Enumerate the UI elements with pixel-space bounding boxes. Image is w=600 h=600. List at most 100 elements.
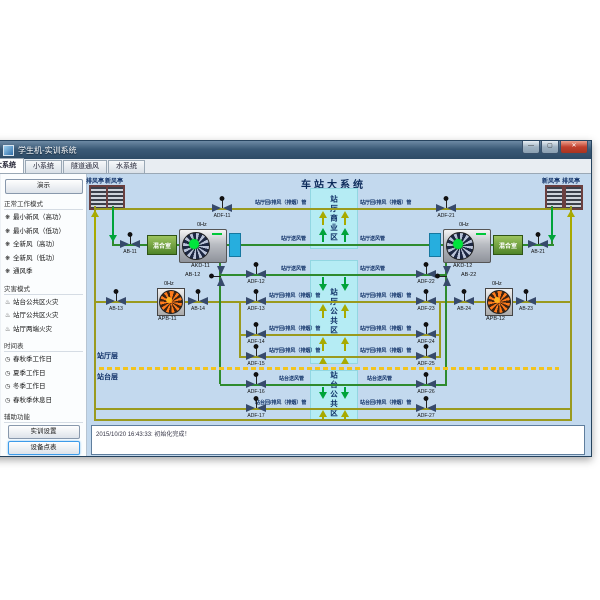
fan-tag: APB-11 (158, 316, 177, 322)
fan-hub-icon (166, 297, 172, 303)
silencer-icon (229, 233, 241, 257)
damper-AB-21[interactable]: AB-21 (527, 232, 549, 256)
damper-AB-22[interactable] (435, 265, 459, 287)
flow-arrow-down-icon (341, 277, 349, 291)
mode-hall-fire[interactable]: ♨站厅公共区火灾 (1, 309, 86, 323)
schedule-winter-workday[interactable]: ◷冬季工作日 (1, 380, 86, 394)
damper-AB-23[interactable]: AB-23 (515, 289, 537, 313)
fan-tag: APB-12 (486, 316, 505, 322)
damper-ADF-17[interactable]: ADF-17 (245, 396, 267, 420)
damper-ADF-26[interactable]: ADF-26 (415, 372, 437, 396)
duct-label: 站厅送风管 (281, 266, 306, 272)
clock-icon: ◷ (5, 354, 13, 368)
training-settings-button[interactable]: 实训设置 (8, 425, 80, 439)
damper-ADF-27[interactable]: ADF-27 (415, 396, 437, 420)
demo-button[interactable]: 演示 (5, 179, 83, 194)
damper-ADF-23[interactable]: ADF-23 (415, 289, 437, 313)
clock-icon: ◷ (5, 395, 13, 409)
section-disaster-modes: 灾害模式 (4, 283, 83, 295)
damper-ADF-16[interactable]: ADF-16 (245, 372, 267, 396)
fire-icon: ♨ (5, 297, 13, 311)
damper-AB-13[interactable]: AB-13 (105, 289, 127, 313)
device-point-table-button[interactable]: 设备点表 (8, 441, 80, 455)
section-aux-functions: 辅助功能 (4, 411, 83, 423)
right-fresh-vent-label: 新风亭 (542, 176, 560, 185)
mixing-chamber[interactable]: 混合室 (493, 235, 523, 255)
damper-ADF-14[interactable]: ADF-14 (245, 322, 267, 346)
flow-arrow-up-icon (341, 211, 349, 225)
mode-all-fresh-low[interactable]: ❋全新风（低功） (1, 252, 86, 266)
event-log-panel: 2015/10/20 16:43:33: 初始化完成！ (91, 425, 585, 455)
log-entry: 2015/10/20 16:43:33: 初始化完成！ (96, 429, 190, 438)
duct-label: 站厅回/排风（排烟）管 (360, 200, 411, 206)
fire-icon: ♨ (5, 310, 13, 324)
damper-ADF-15[interactable]: ADF-15 (245, 344, 267, 368)
mode-min-fresh-high[interactable]: ❋最小新风（高功） (1, 211, 86, 225)
fan-status-icon (189, 239, 199, 249)
flow-arrow-up-icon (341, 337, 349, 351)
damper-ADF-24[interactable]: ADF-24 (415, 322, 437, 346)
flow-arrow-up-icon (319, 337, 327, 351)
duct-label: 站厅回/排风（排烟）管 (269, 293, 320, 299)
schedule-spring-autumn-restday[interactable]: ◷春秋季休息日 (1, 394, 86, 408)
concourse-level-label: 站厅层 (97, 351, 118, 361)
mixing-chamber[interactable]: 混合室 (147, 235, 177, 255)
duct-bottom-header (94, 419, 572, 421)
zone-platform-public: 站台公共区 (310, 370, 358, 420)
flow-arrow-up-icon (319, 410, 327, 419)
fan-frequency: 0Hz (164, 281, 174, 287)
section-schedule: 时间表 (4, 340, 83, 352)
damper-ADF-22[interactable]: ADF-22 (415, 262, 437, 286)
schedule-spring-autumn-workday[interactable]: ◷春秋季工作日 (1, 353, 86, 367)
flow-arrow-up-icon (319, 304, 327, 318)
fan-icon: ❋ (5, 253, 13, 267)
flow-arrow-up-icon (567, 210, 575, 240)
schedule-summer-workday[interactable]: ◷夏季工作日 (1, 367, 86, 381)
damper-ADF-21[interactable]: ADF-21 (435, 196, 457, 220)
duct-label: 站厅送风管 (360, 236, 385, 242)
fan-tag: AKD-11 (191, 263, 210, 269)
mode-all-fresh-high[interactable]: ❋全新风（高功） (1, 238, 86, 252)
app-window: 学生机-实训系统 — ▢ ✕ 大系统 小系统 隧道通风 水系统 演示 正常工作模… (0, 140, 592, 457)
supply-fan-AKD-12[interactable] (443, 229, 491, 263)
flow-arrow-down-icon (319, 277, 327, 291)
flow-arrow-up-icon (91, 210, 99, 240)
damper-ADF-25[interactable]: ADF-25 (415, 344, 437, 368)
flow-arrow-down-icon (109, 208, 117, 242)
window-content: 演示 正常工作模式 ❋最小新风（高功） ❋最小新风（低功） ❋全新风（高功） ❋… (1, 141, 591, 456)
supply-fan-AKD-11[interactable] (179, 229, 227, 263)
mode-platform-fire[interactable]: ♨站台公共区火灾 (1, 296, 86, 310)
fire-icon: ♨ (5, 324, 13, 338)
damper-AB-24[interactable]: AB-24 (453, 289, 475, 313)
flow-arrow-up-icon (341, 410, 349, 419)
fan-icon: ❋ (5, 212, 13, 226)
damper-AB-14[interactable]: AB-14 (187, 289, 209, 313)
screenshot: 学生机-实训系统 — ▢ ✕ 大系统 小系统 隧道通风 水系统 演示 正常工作模… (0, 0, 600, 600)
flow-arrow-down-icon (319, 387, 327, 399)
damper-ADF-12[interactable]: ADF-12 (245, 262, 267, 286)
fan-icon: ❋ (5, 226, 13, 240)
damper-AB-11[interactable]: AB-11 (119, 232, 141, 256)
duct-label: 站台送风管 (279, 376, 304, 382)
fan-frequency: 0Hz (197, 222, 207, 228)
damper-ADF-11[interactable]: ADF-11 (211, 196, 233, 220)
fan-frequency: 0Hz (459, 222, 469, 228)
flow-arrow-down-icon (548, 208, 556, 242)
flow-arrow-up-icon (319, 211, 327, 225)
left-fresh-vent-label: 新风亭 (105, 176, 123, 185)
damper-ADF-13[interactable]: ADF-13 (245, 289, 267, 313)
damper-AB-12[interactable] (209, 265, 233, 287)
section-normal-modes: 正常工作模式 (4, 198, 83, 210)
fan-run-indicator-icon (212, 233, 222, 235)
damper-tag: AB-22 (461, 272, 476, 278)
silencer-icon (429, 233, 441, 257)
flow-arrow-up-icon (319, 357, 327, 364)
mode-vent-season[interactable]: ❋通风季 (1, 265, 86, 279)
damper-tag: AB-12 (185, 272, 200, 278)
duct-label: 站厅送风管 (360, 266, 385, 272)
fan-icon: ❋ (5, 239, 13, 253)
mode-min-fresh-low[interactable]: ❋最小新风（低功） (1, 225, 86, 239)
right-exhaust-vent-label: 排风亭 (562, 176, 580, 185)
duct-label: 站台送风管 (367, 376, 392, 382)
mode-hall-ends-fire[interactable]: ♨站厅两端火灾 (1, 323, 86, 337)
